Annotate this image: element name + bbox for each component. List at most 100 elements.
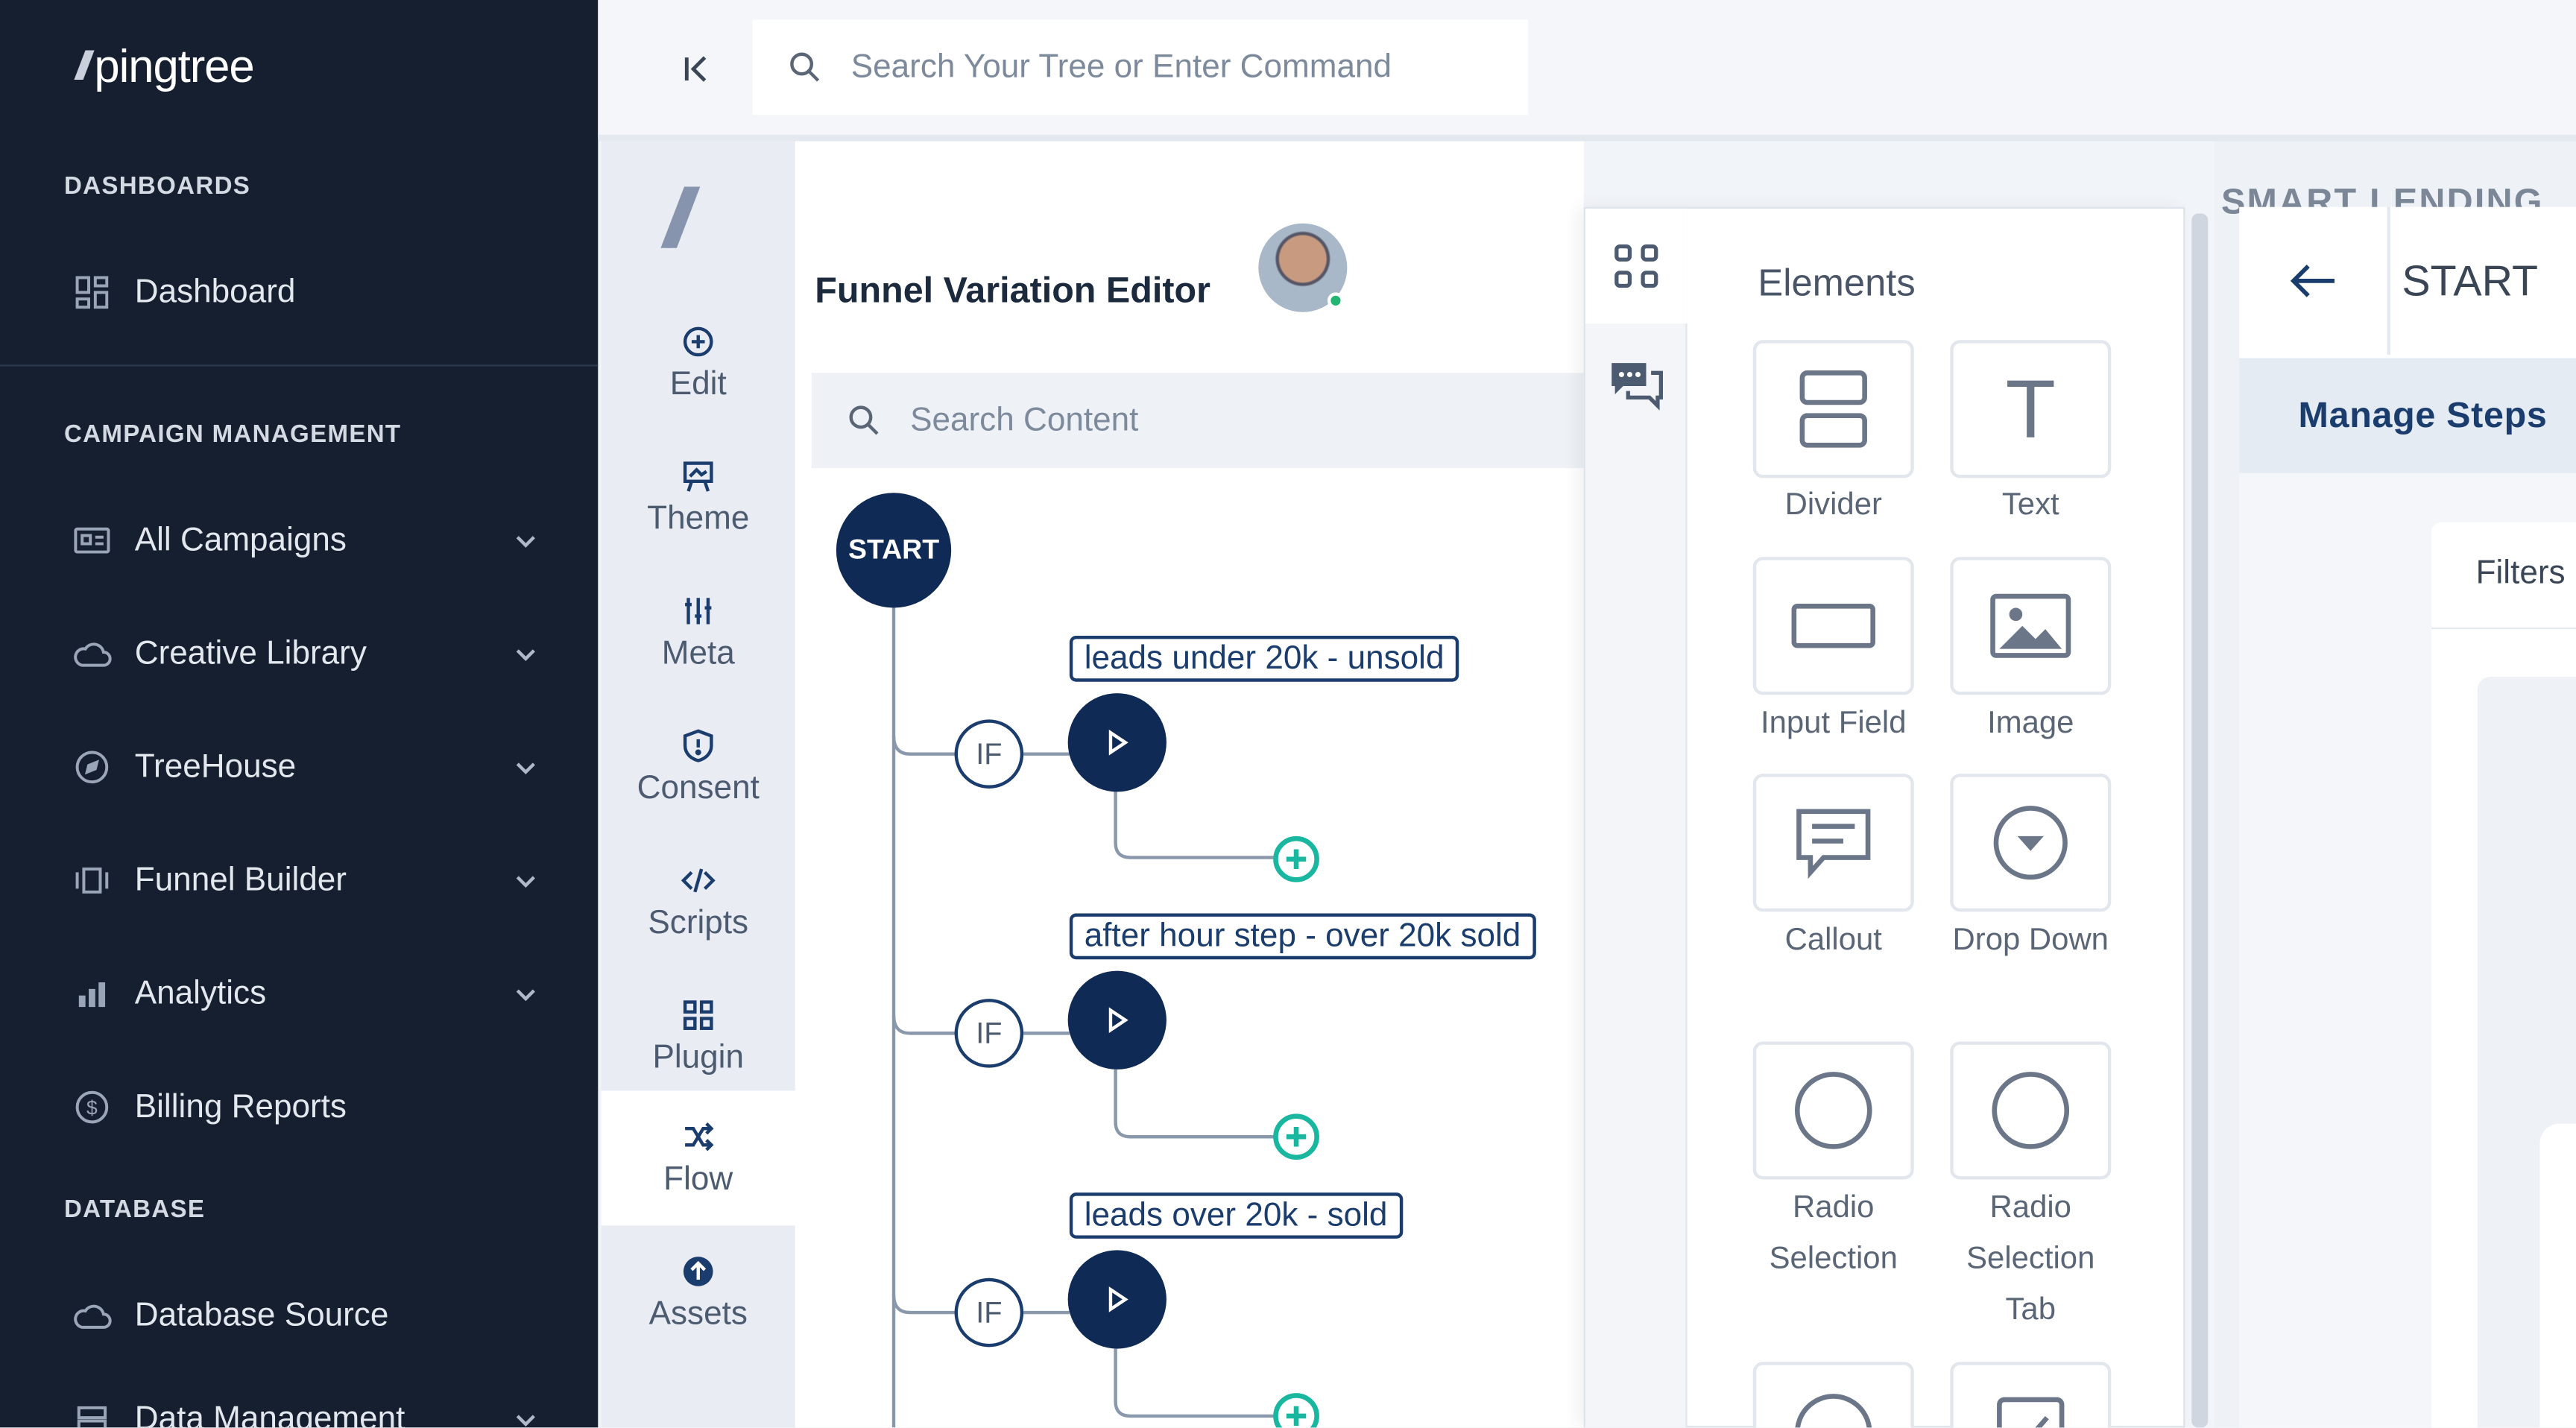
branch-step-label[interactable]: leads over 20k - sold — [1069, 1192, 1403, 1239]
element-drop-down[interactable] — [1950, 774, 2112, 912]
editor-tool-rail: // Edit Theme Meta Consent Scripts Plugi… — [601, 141, 795, 1428]
element-text[interactable]: T — [1950, 340, 2112, 478]
cloud-icon — [72, 1296, 112, 1336]
element-radio-selection[interactable] — [1752, 1041, 1914, 1180]
rail-item-label: Edit — [669, 365, 727, 402]
dropdown-icon — [1993, 806, 2068, 880]
svg-text:$: $ — [86, 1096, 98, 1119]
sidebar-item-all-campaigns[interactable]: All Campaigns — [72, 511, 539, 569]
chevron-down-icon — [516, 762, 535, 775]
plus-icon — [1286, 1406, 1307, 1427]
logo-text: pingtree — [94, 41, 254, 92]
step-play-node[interactable] — [1067, 1250, 1167, 1349]
filters-tab[interactable]: Filters — [2476, 555, 2566, 593]
callout-icon — [1796, 809, 1871, 879]
tab-comments[interactable] — [1585, 327, 1688, 442]
play-icon — [1108, 1007, 1128, 1034]
sidebar-item-creative-library[interactable]: Creative Library — [72, 625, 539, 683]
rail-item-theme[interactable]: Theme — [602, 430, 795, 565]
if-condition-node[interactable]: IF — [954, 999, 1024, 1068]
if-condition-node[interactable]: IF — [954, 719, 1024, 789]
top-bar — [598, 0, 2576, 139]
element-partial-card[interactable] — [1950, 1362, 2112, 1428]
campaign-card-icon — [72, 521, 112, 560]
rail-item-edit[interactable]: Edit — [602, 296, 795, 431]
collapse-sidebar-icon[interactable] — [677, 49, 716, 89]
global-search-input[interactable] — [850, 48, 1509, 86]
plus-circle-icon — [683, 326, 713, 356]
tab-elements[interactable] — [1585, 208, 1688, 324]
rail-item-flow[interactable]: Flow — [601, 1090, 795, 1226]
add-step-button[interactable] — [1273, 1113, 1319, 1160]
dashboard-grid-icon — [72, 273, 112, 312]
server-icon — [72, 1400, 112, 1428]
element-label: Radio Selection — [1769, 1190, 1898, 1277]
rail-item-plugin[interactable]: Plugin — [602, 969, 795, 1104]
element-input-field[interactable] — [1752, 557, 1914, 695]
panel-title: Elements — [1758, 261, 1916, 304]
sidebar-divider — [0, 364, 599, 367]
radio-circle-icon — [1794, 1072, 1872, 1149]
top-bar-divider — [598, 134, 2576, 142]
input-field-icon — [1791, 604, 1875, 648]
header-divider — [2387, 206, 2390, 356]
sidebar-item-funnel-builder[interactable]: Funnel Builder — [72, 851, 539, 910]
logo-mark: // — [75, 44, 91, 89]
element-label: Image — [1987, 706, 2074, 742]
rail-item-consent[interactable]: Consent — [602, 700, 795, 835]
sidebar-item-label: Analytics — [134, 975, 267, 1011]
element-callout[interactable] — [1752, 774, 1914, 912]
upload-circle-icon — [683, 1256, 713, 1286]
element-divider[interactable] — [1752, 340, 1914, 478]
easel-icon — [683, 461, 713, 491]
rail-item-assets[interactable]: Assets — [602, 1225, 795, 1360]
panel-scrollbar[interactable] — [2191, 213, 2209, 1428]
sidebar-item-analytics[interactable]: Analytics — [72, 964, 539, 1023]
sidebar-item-label: Dashboard — [134, 273, 296, 310]
element-image[interactable] — [1950, 557, 2112, 695]
sidebar-item-label: Creative Library — [134, 634, 367, 672]
chat-bubbles-icon — [1611, 363, 1663, 411]
if-condition-node[interactable]: IF — [954, 1277, 1024, 1348]
rail-item-meta[interactable]: Meta — [602, 565, 795, 700]
arrow-left-icon — [2290, 265, 2335, 297]
sidebar-item-label: Billing Reports — [134, 1088, 347, 1125]
text-t-icon: T — [2005, 363, 2056, 455]
rail-item-label: Meta — [661, 634, 735, 672]
add-step-button[interactable] — [1273, 835, 1319, 882]
element-label: Text — [2001, 487, 2059, 522]
image-icon — [1990, 593, 2071, 658]
back-button[interactable] — [2239, 207, 2387, 355]
bar-chart-icon — [72, 974, 112, 1014]
element-label: Callout — [1784, 923, 1882, 958]
branch-step-label[interactable]: leads under 20k - unsold — [1069, 635, 1459, 682]
sidebar-item-database-source[interactable]: Database Source — [72, 1286, 539, 1345]
element-partial-card[interactable] — [1752, 1362, 1914, 1428]
chevron-down-icon — [516, 536, 535, 548]
play-icon — [1108, 729, 1128, 756]
step-play-node[interactable] — [1067, 970, 1167, 1070]
chevron-down-icon — [516, 989, 535, 1002]
funnel-carousel-icon — [72, 861, 112, 900]
step-play-node[interactable] — [1067, 693, 1167, 792]
branch-step-label[interactable]: after hour step - over 20k sold — [1069, 913, 1536, 960]
chevron-down-icon — [516, 649, 535, 661]
sidebar-item-billing-reports[interactable]: $ Billing Reports — [72, 1078, 539, 1137]
sidebar-item-dashboard[interactable]: Dashboard — [72, 263, 539, 322]
rail-item-label: Plugin — [652, 1039, 745, 1075]
rail-item-scripts[interactable]: Scripts — [602, 835, 795, 970]
element-label: Radio Selection Tab — [1966, 1190, 2095, 1327]
plus-icon — [1286, 1127, 1307, 1147]
pingtree-mark-icon: // — [663, 172, 692, 265]
global-search-bar[interactable] — [752, 19, 1528, 116]
manage-steps-tab[interactable]: Manage Steps — [2239, 358, 2576, 473]
sidebar-item-data-management[interactable]: Data Management — [72, 1390, 539, 1428]
start-node[interactable]: START — [836, 493, 952, 608]
sidebar-item-treehouse[interactable]: TreeHouse — [72, 738, 539, 797]
rail-item-label: Scripts — [648, 904, 749, 941]
dollar-circle-icon: $ — [72, 1087, 112, 1127]
element-radio-selection-tab[interactable] — [1950, 1041, 2112, 1180]
section-campaign-management: CAMPAIGN MANAGEMENT — [63, 420, 402, 449]
rail-item-label: Theme — [647, 500, 750, 537]
pingtree-logo[interactable]: // pingtree — [75, 40, 254, 95]
